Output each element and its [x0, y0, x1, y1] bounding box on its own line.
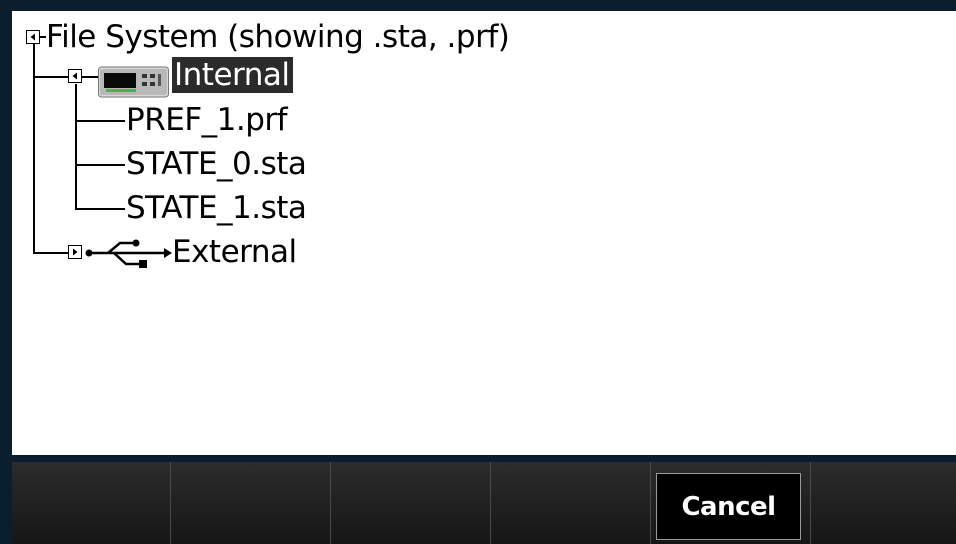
- tree-connector: [75, 84, 77, 209]
- collapse-toggle-root[interactable]: [26, 30, 40, 44]
- tree-connector: [33, 252, 68, 254]
- tree-connector: [75, 164, 125, 166]
- softkey-1[interactable]: [170, 462, 330, 544]
- file-item[interactable]: STATE_0.sta: [126, 146, 307, 182]
- file-item[interactable]: PREF_1.prf: [126, 102, 288, 138]
- tree-connector: [75, 208, 125, 210]
- usb-icon: [84, 235, 172, 271]
- softkey-bar: [12, 462, 956, 544]
- file-browser-panel: File System (showing .sta, .prf) Interna…: [12, 11, 956, 455]
- file-item[interactable]: STATE_1.sta: [126, 190, 307, 226]
- tree-node-external[interactable]: External: [172, 234, 297, 270]
- root-label: File System (showing .sta, .prf): [46, 19, 510, 55]
- tree-connector: [82, 76, 98, 78]
- expand-toggle-external[interactable]: [68, 245, 82, 259]
- instrument-screen: File System (showing .sta, .prf) Interna…: [0, 0, 956, 544]
- tree-connector: [75, 120, 125, 122]
- softkey-5[interactable]: [810, 462, 956, 544]
- tree-node-internal[interactable]: Internal: [172, 57, 294, 93]
- softkey-2[interactable]: [330, 462, 490, 544]
- collapse-toggle-internal[interactable]: [68, 69, 82, 83]
- softkey-3[interactable]: [490, 462, 650, 544]
- cancel-button[interactable]: Cancel: [656, 473, 801, 540]
- instrument-icon: [98, 66, 169, 98]
- internal-label: Internal: [172, 57, 294, 93]
- tree-connector: [33, 76, 68, 78]
